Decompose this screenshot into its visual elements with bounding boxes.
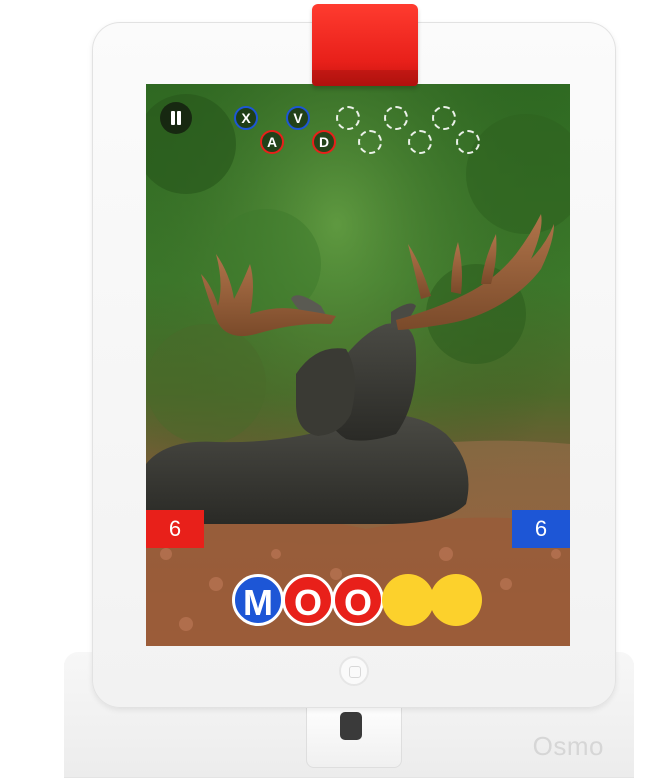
empty-letter-slot — [358, 130, 382, 154]
red-team-score: 6 — [146, 510, 204, 548]
empty-letter-slot — [336, 106, 360, 130]
pause-icon — [171, 111, 175, 125]
empty-letter-slot — [384, 106, 408, 130]
empty-letter-slot — [456, 130, 480, 154]
word-tile-empty — [382, 574, 434, 626]
osmo-reflector — [312, 4, 418, 86]
blue-team-score: 6 — [512, 510, 570, 548]
guessed-letter-slot: V — [286, 106, 310, 130]
empty-letter-slot — [408, 130, 432, 154]
osmo-device-scene: Osmo X A V D 6 6 M O O — [0, 0, 648, 778]
guessed-letter-slot: D — [312, 130, 336, 154]
connector-slot — [340, 712, 362, 740]
guessed-letter: V — [293, 110, 303, 126]
guessed-letter: D — [318, 134, 330, 150]
empty-letter-slot — [432, 106, 456, 130]
home-button[interactable] — [339, 656, 369, 686]
word-tile: O — [332, 574, 384, 626]
moose-photo — [146, 84, 570, 646]
word-tile: M — [232, 574, 284, 626]
word-tile: O — [282, 574, 334, 626]
guessed-letter: A — [266, 134, 278, 150]
guessed-letter: X — [241, 110, 251, 126]
guessed-letter-slot: A — [260, 130, 284, 154]
pause-button[interactable] — [160, 102, 192, 134]
game-screen: X A V D 6 6 M O O — [146, 84, 570, 646]
guessed-letter-slot: X — [234, 106, 258, 130]
word-tile-empty — [430, 574, 482, 626]
osmo-logo: Osmo — [532, 731, 604, 761]
